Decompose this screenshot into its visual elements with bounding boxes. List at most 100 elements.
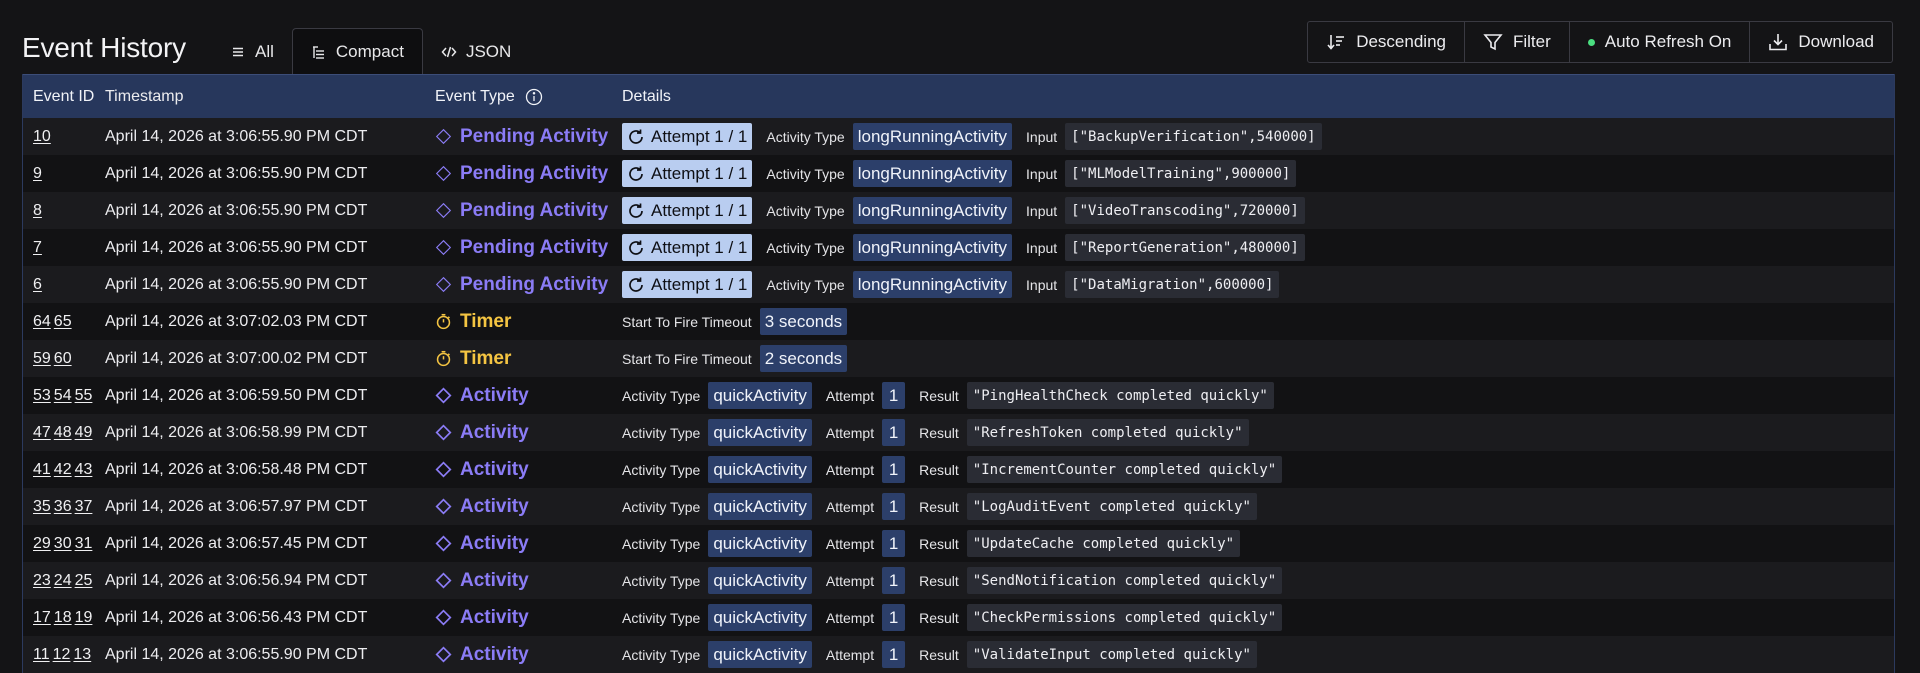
page-header: Event History All Compact JSON Descendin…: [0, 0, 1920, 76]
result-value: "SendNotification completed quickly": [966, 567, 1283, 594]
activity-type-value: quickActivity: [708, 641, 812, 668]
timestamp-cell: April 14, 2026 at 3:06:56.94 PM CDT: [105, 571, 368, 589]
download-button[interactable]: Download: [1749, 22, 1892, 62]
table-row[interactable]: 6 April 14, 2026 at 3:06:55.90 PM CDT Pend…: [23, 266, 1894, 303]
event-id-link[interactable]: 6: [33, 276, 42, 293]
table-header-row: Event ID Timestamp Event Type Details: [23, 74, 1894, 118]
column-header-event-id[interactable]: Event ID: [23, 88, 105, 106]
activity-type-value: longRunningActivity: [852, 271, 1013, 298]
table-row[interactable]: 17 18 19 April 14, 2026 at 3:06:56.43 PM CD…: [23, 599, 1894, 636]
event-id-link[interactable]: 43: [75, 461, 93, 478]
event-id-link[interactable]: 36: [54, 498, 72, 515]
activity-type-label: Activity Type: [766, 239, 845, 256]
event-id-link[interactable]: 31: [75, 535, 93, 552]
timeout-value: 2 seconds: [759, 345, 848, 372]
event-type-label: Pending Activity: [460, 273, 609, 295]
event-id-link[interactable]: 35: [33, 498, 51, 515]
details-cell: Attempt 1 / 1 Activity Type longRunningAct…: [622, 123, 1894, 150]
attempt-label: Attempt: [825, 387, 875, 404]
event-id-cell: 11 12 13: [23, 646, 105, 664]
table-row[interactable]: 9 April 14, 2026 at 3:06:55.90 PM CDT Pend…: [23, 155, 1894, 192]
pending-activity-icon: [435, 202, 452, 219]
filter-label: Filter: [1512, 32, 1551, 51]
event-id-link[interactable]: 25: [75, 572, 93, 589]
event-id-link[interactable]: 12: [53, 646, 71, 663]
event-id-link[interactable]: 54: [54, 387, 72, 404]
activity-type-label: Activity Type: [622, 387, 701, 404]
activity-type-label: Activity Type: [622, 461, 701, 478]
event-id-link[interactable]: 42: [54, 461, 72, 478]
table-row[interactable]: 35 36 37 April 14, 2026 at 3:06:57.97 PM CD…: [23, 488, 1894, 525]
tab-json[interactable]: JSON: [423, 28, 529, 75]
filter-button[interactable]: Filter: [1463, 22, 1569, 62]
event-type-label: Activity: [460, 569, 529, 591]
table-row[interactable]: 23 24 25 April 14, 2026 at 3:06:56.94 PM CD…: [23, 562, 1894, 599]
event-id-link[interactable]: 9: [33, 165, 42, 182]
start-to-fire-label: Start To Fire Timeout: [622, 350, 752, 367]
auto-refresh-label: Auto Refresh On: [1604, 32, 1732, 51]
event-id-link[interactable]: 7: [33, 239, 42, 256]
event-id-link[interactable]: 18: [54, 609, 72, 626]
table-row[interactable]: 41 42 43 April 14, 2026 at 3:06:58.48 PM CD…: [23, 451, 1894, 488]
event-type-cell: Activity: [435, 422, 622, 444]
activity-type-label: Activity Type: [622, 572, 701, 589]
event-id-link[interactable]: 10: [33, 128, 51, 145]
table-row[interactable]: 8 April 14, 2026 at 3:06:55.90 PM CDT Pend…: [23, 192, 1894, 229]
event-id-link[interactable]: 48: [54, 424, 72, 441]
column-header-event-type[interactable]: Event Type: [435, 88, 622, 106]
tab-all[interactable]: All: [212, 28, 292, 75]
event-id-link[interactable]: 29: [33, 535, 51, 552]
event-type-label: Activity: [460, 606, 529, 628]
result-label: Result: [919, 461, 959, 478]
info-icon[interactable]: [525, 88, 543, 106]
attempt-label: Attempt: [825, 609, 875, 626]
filter-icon: [1483, 34, 1503, 51]
event-id-link[interactable]: 17: [33, 609, 51, 626]
event-id-link[interactable]: 19: [75, 609, 93, 626]
details-cell: Activity Type quickActivity Attempt 1 Result…: [622, 493, 1894, 520]
download-icon: [1769, 34, 1788, 51]
event-type-header-label: Event Type: [435, 87, 515, 105]
auto-refresh-toggle[interactable]: Auto Refresh On: [1568, 22, 1750, 62]
tab-compact[interactable]: Compact: [291, 28, 423, 75]
result-label: Result: [919, 498, 959, 515]
table-row[interactable]: 11 12 13 April 14, 2026 at 3:06:55.90 PM CD…: [23, 636, 1894, 673]
sort-descending-button[interactable]: Descending: [1308, 22, 1464, 62]
event-id-link[interactable]: 64: [33, 313, 51, 330]
event-id-link[interactable]: 11: [33, 646, 50, 663]
event-id-link[interactable]: 59: [33, 350, 51, 367]
table-row[interactable]: 29 30 31 April 14, 2026 at 3:06:57.45 PM CD…: [23, 525, 1894, 562]
event-id-link[interactable]: 60: [54, 350, 72, 367]
input-value: ["ReportGeneration",480000]: [1065, 234, 1305, 261]
input-label: Input: [1026, 128, 1058, 145]
table-row[interactable]: 10 April 14, 2026 at 3:06:55.90 PM CDT Pen…: [23, 118, 1894, 155]
attempt-label: Attempt: [825, 572, 875, 589]
attempt-label: Attempt: [825, 461, 875, 478]
attempt-badge: Attempt 1 / 1: [622, 197, 753, 224]
table-row[interactable]: 64 65 April 14, 2026 at 3:07:02.03 PM CDT T…: [23, 303, 1894, 340]
event-id-link[interactable]: 23: [33, 572, 51, 589]
event-type-label: Pending Activity: [460, 125, 609, 147]
result-value: "PingHealthCheck completed quickly": [966, 382, 1274, 409]
table-row[interactable]: 59 60 April 14, 2026 at 3:07:00.02 PM CDT T…: [23, 340, 1894, 377]
event-id-cell: 7: [23, 239, 105, 257]
event-id-link[interactable]: 30: [54, 535, 72, 552]
retry-icon: [629, 240, 643, 255]
column-header-timestamp[interactable]: Timestamp: [105, 88, 435, 106]
event-id-link[interactable]: 49: [75, 424, 93, 441]
details-cell: Activity Type quickActivity Attempt 1 Result…: [622, 419, 1894, 446]
attempt-label: Attempt: [825, 498, 875, 515]
event-id-link[interactable]: 8: [33, 202, 42, 219]
event-id-link[interactable]: 55: [75, 387, 93, 404]
event-id-link[interactable]: 65: [54, 313, 72, 330]
event-id-link[interactable]: 13: [73, 646, 91, 663]
event-id-link[interactable]: 41: [33, 461, 51, 478]
event-id-link[interactable]: 37: [75, 498, 93, 515]
table-row[interactable]: 47 48 49 April 14, 2026 at 3:06:58.99 PM CD…: [23, 414, 1894, 451]
table-row[interactable]: 53 54 55 April 14, 2026 at 3:06:59.50 PM CD…: [23, 377, 1894, 414]
table-row[interactable]: 7 April 14, 2026 at 3:06:55.90 PM CDT Pend…: [23, 229, 1894, 266]
event-id-link[interactable]: 47: [33, 424, 51, 441]
details-cell: Start To Fire Timeout 2 seconds: [622, 345, 1894, 372]
event-id-link[interactable]: 53: [33, 387, 51, 404]
event-id-link[interactable]: 24: [54, 572, 72, 589]
